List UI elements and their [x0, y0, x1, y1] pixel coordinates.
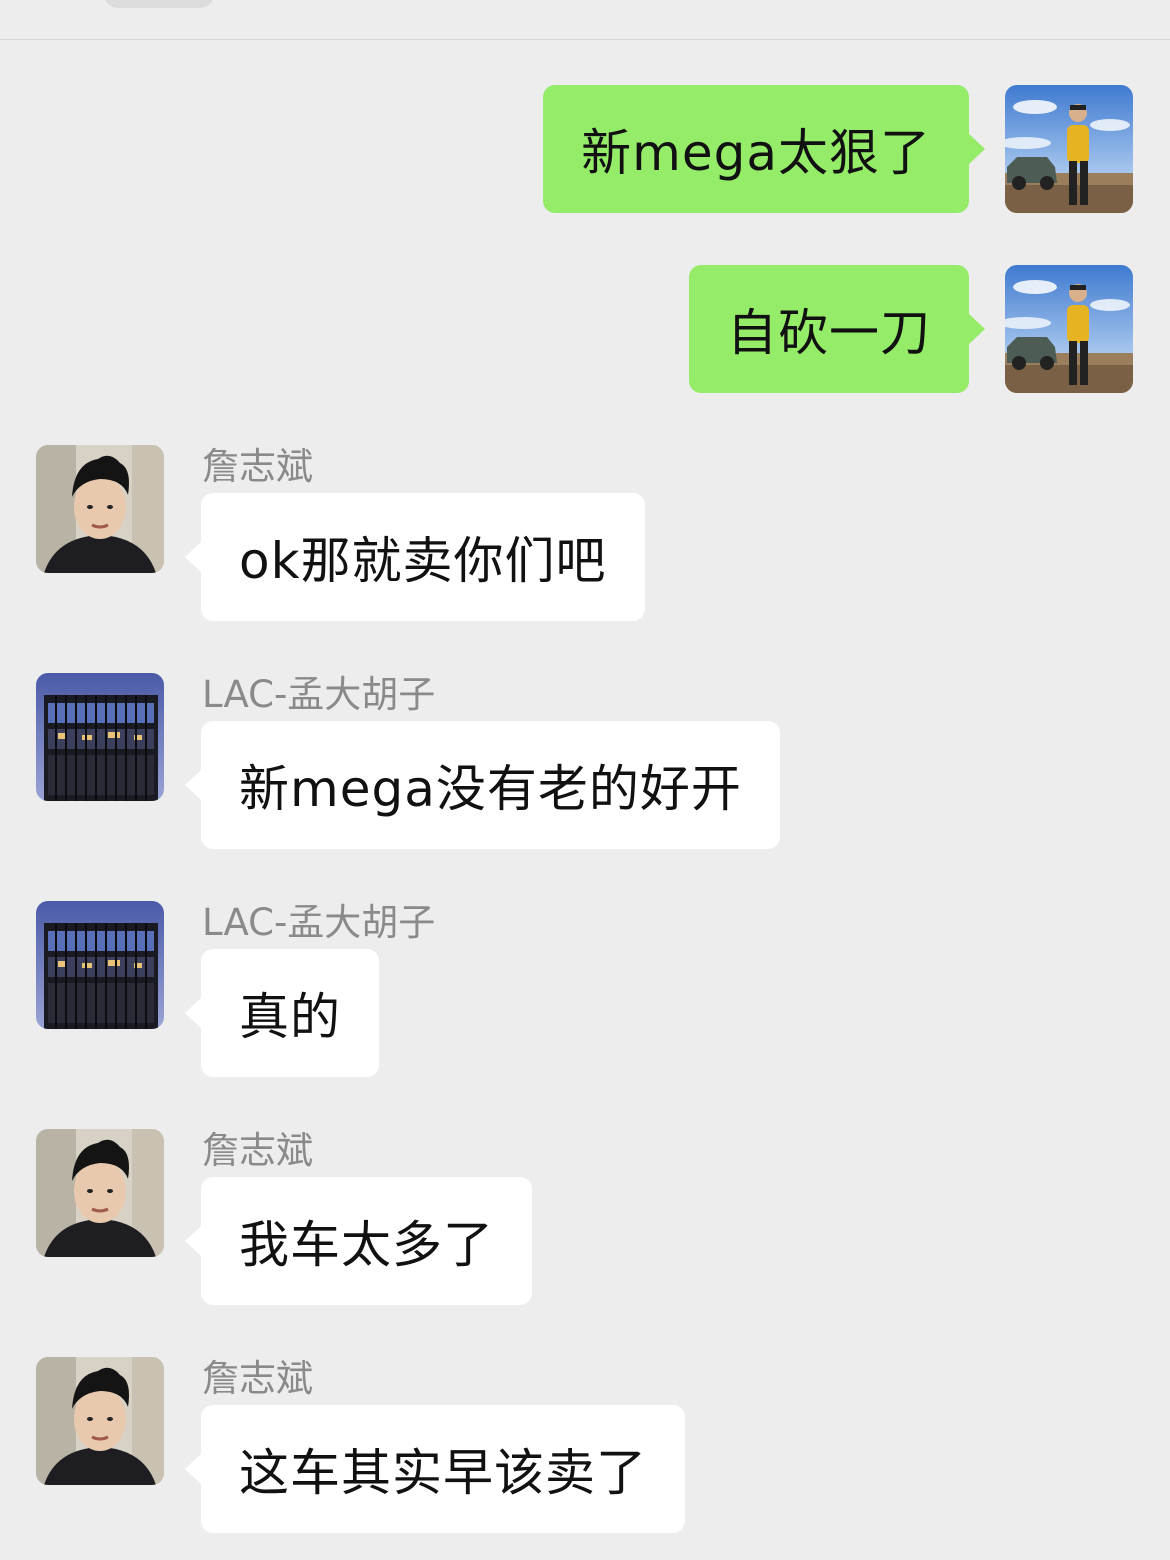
- top-bar: [0, 0, 1170, 40]
- glass-building-avatar[interactable]: [36, 673, 164, 801]
- message-bubble-incoming[interactable]: 这车其实早该卖了: [185, 1405, 685, 1533]
- message-bubble-incoming[interactable]: 我车太多了: [185, 1177, 532, 1305]
- self-landscape-avatar[interactable]: [1005, 85, 1133, 213]
- sender-name: 詹志斌: [202, 1357, 313, 1400]
- message-bubble-outgoing[interactable]: 新mega太狠了: [543, 85, 985, 213]
- glass-building-avatar[interactable]: [36, 901, 164, 1029]
- message-bubble-incoming[interactable]: ok那就卖你们吧: [185, 493, 645, 621]
- sender-name: 詹志斌: [202, 445, 313, 488]
- man-portrait-avatar[interactable]: [36, 445, 164, 573]
- message-bubble-outgoing[interactable]: 自砍一刀: [689, 265, 985, 393]
- message-bubble-incoming[interactable]: 新mega没有老的好开: [185, 721, 780, 849]
- man-portrait-avatar[interactable]: [36, 1357, 164, 1485]
- self-landscape-avatar[interactable]: [1005, 265, 1133, 393]
- top-handle: [104, 0, 214, 8]
- sender-name: 詹志斌: [202, 1129, 313, 1172]
- man-portrait-avatar[interactable]: [36, 1129, 164, 1257]
- sender-name: LAC-孟大胡子: [202, 673, 436, 716]
- sender-name: LAC-孟大胡子: [202, 901, 436, 944]
- message-bubble-incoming[interactable]: 真的: [185, 949, 379, 1077]
